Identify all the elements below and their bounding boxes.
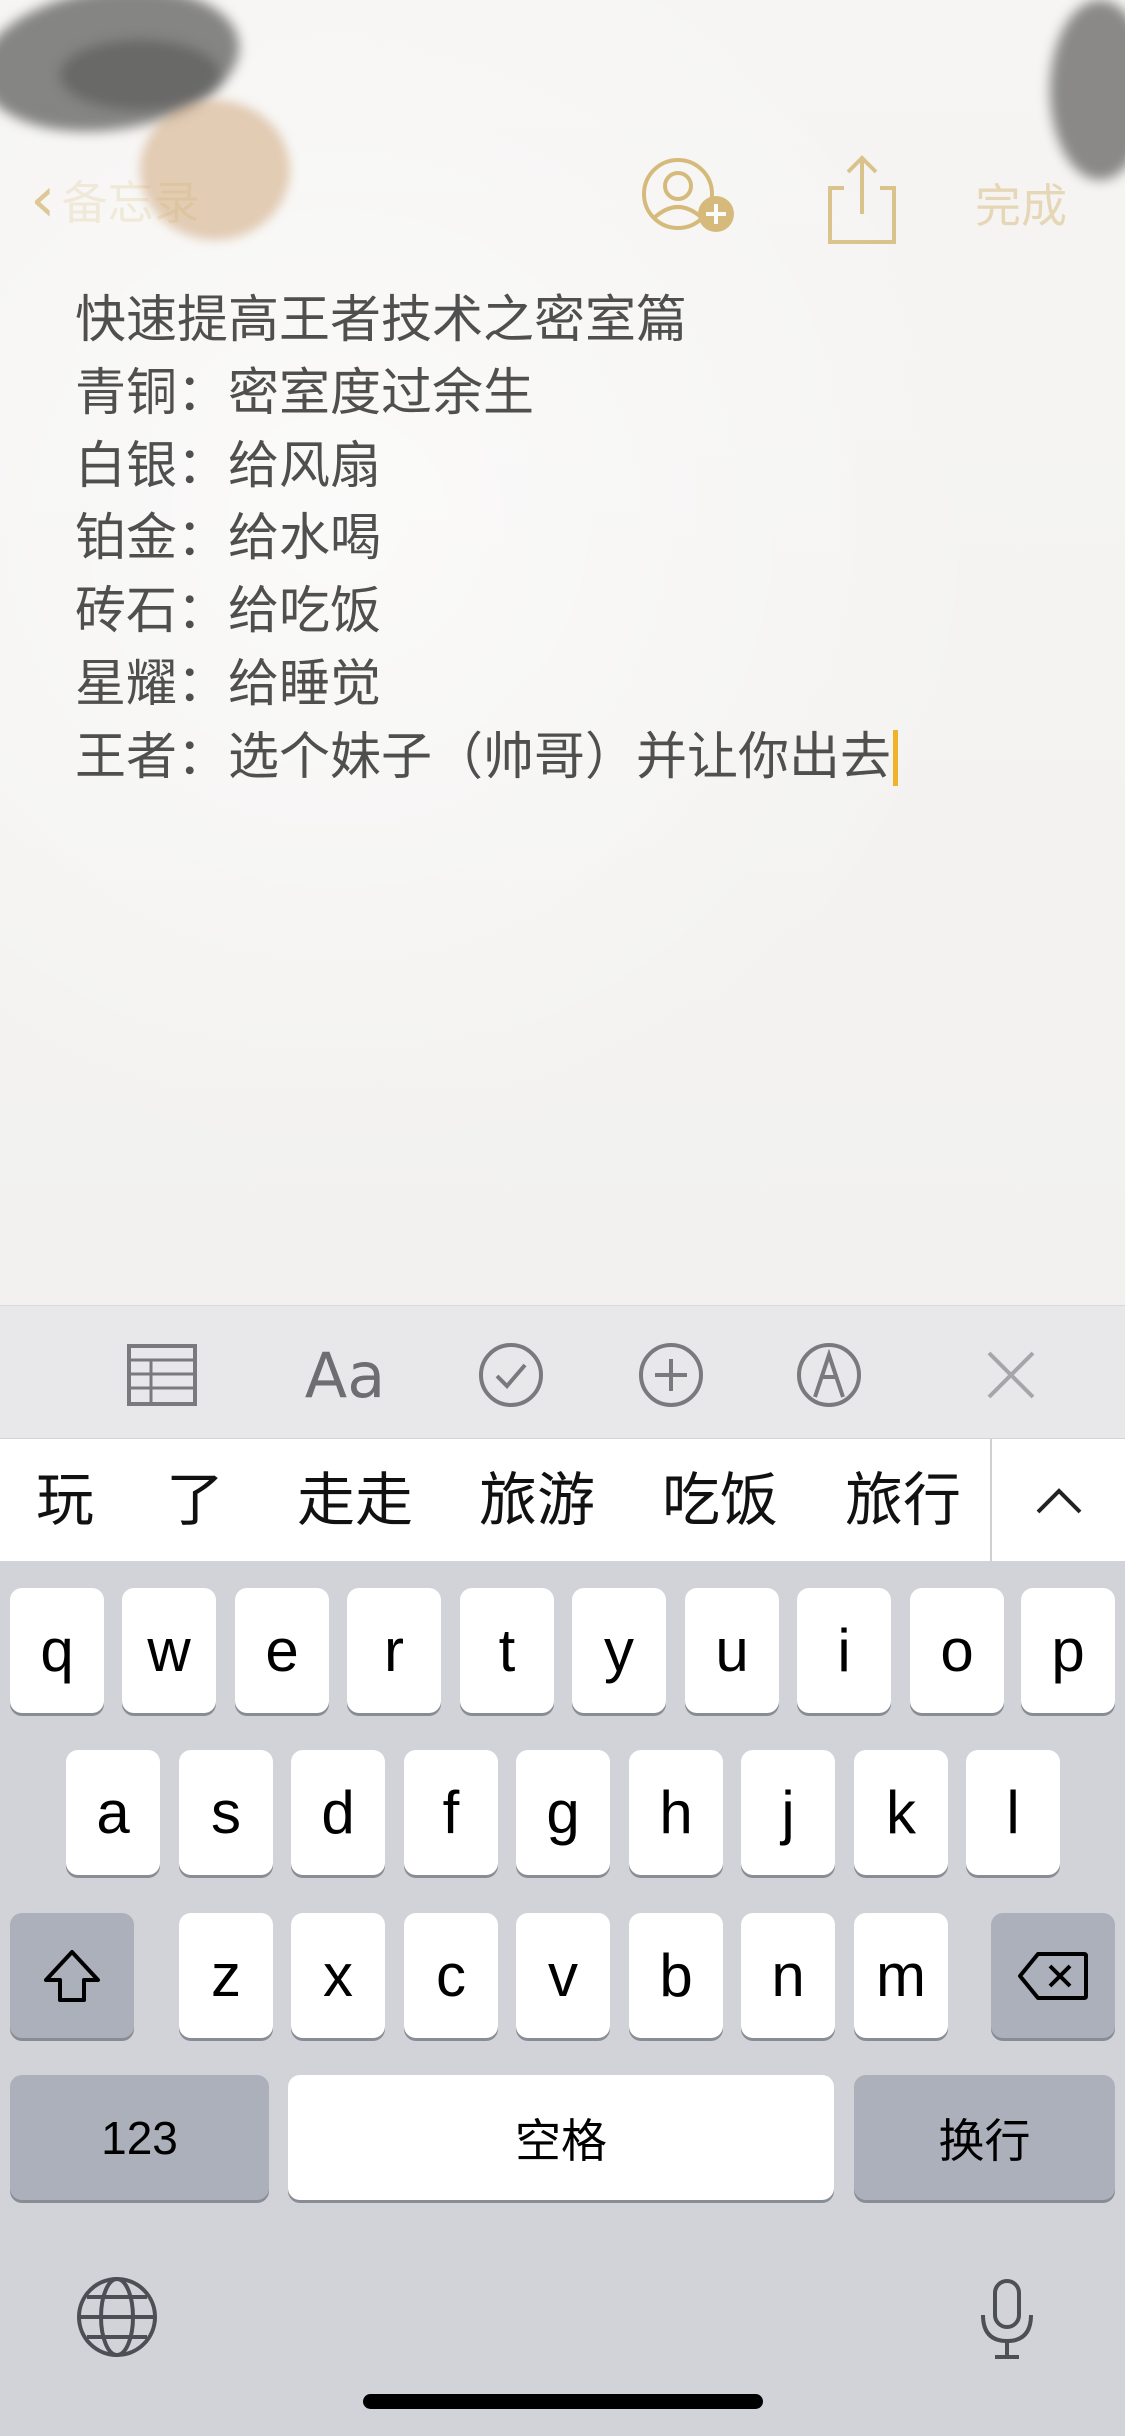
rank-label: 星耀： [75,654,229,714]
note-line: 星耀： 给睡觉 [75,649,1075,722]
delete-key[interactable] [991,1913,1115,2038]
share-button[interactable] [822,150,902,250]
rank-text: 给睡觉 [228,654,382,714]
note-body[interactable]: 快速提高王者技术之密室篇 青铜： 密室度过余生 白银： 给风扇 铂金： 给水喝 … [75,285,1075,795]
key-k[interactable]: k [854,1750,948,1875]
add-person-icon [642,158,734,232]
chevron-left-icon: ‹ [30,163,56,237]
key-e[interactable]: e [235,1588,329,1713]
key-b[interactable]: b [629,1913,723,2038]
text-cursor [893,730,899,787]
key-q[interactable]: q [10,1588,104,1713]
back-button[interactable]: ‹ 备忘录 [30,165,200,235]
keyboard: q w e r t y u i o p a s d f g h j k l z … [0,1561,1125,2436]
candidate-word[interactable]: 玩 [20,1439,110,1562]
home-indicator[interactable] [363,2394,763,2409]
candidate-word[interactable]: 吃饭 [650,1439,790,1562]
key-x[interactable]: x [291,1913,385,2038]
candidate-bar: 玩 了 走走 旅游 吃饭 旅行 [0,1438,1125,1562]
share-icon [828,155,896,244]
shift-icon [44,1949,100,2002]
note-line: 铂金： 给水喝 [75,503,1075,576]
key-l[interactable]: l [966,1750,1060,1875]
return-key[interactable]: 换行 [854,2075,1115,2200]
rank-text: 密室度过余生 [228,363,535,423]
checkmark-circle-icon [479,1343,543,1407]
key-o[interactable]: o [910,1588,1004,1713]
ink-brush-decoration [60,40,220,110]
rank-text: 选个妹子（帅哥）并让你出去 [228,727,892,787]
key-g[interactable]: g [516,1750,610,1875]
format-toolbar: Aa [0,1305,1125,1439]
key-r[interactable]: r [347,1588,441,1713]
key-t[interactable]: t [460,1588,554,1713]
key-y[interactable]: y [572,1588,666,1713]
key-j[interactable]: j [741,1750,835,1875]
close-keyboard-button[interactable] [966,1330,1056,1420]
add-people-button[interactable] [640,150,750,250]
text-format-button[interactable]: Aa [295,1330,395,1420]
key-n[interactable]: n [741,1913,835,2038]
checklist-button[interactable] [466,1330,556,1420]
key-d[interactable]: d [291,1750,385,1875]
table-button[interactable] [117,1330,207,1420]
globe-button[interactable] [75,2275,159,2359]
note-title: 快速提高王者技术之密室篇 [75,291,688,350]
candidate-word[interactable]: 旅游 [467,1439,607,1562]
key-u[interactable]: u [685,1588,779,1713]
microphone-icon [981,2279,1033,2359]
candidate-word[interactable]: 旅行 [833,1439,973,1562]
key-v[interactable]: v [516,1913,610,2038]
back-label: 备忘录 [61,176,200,230]
note-line: 王者： 选个妹子（帅哥）并让你出去 [75,722,1075,795]
markup-button[interactable] [784,1330,874,1420]
candidate-word[interactable]: 走走 [285,1439,425,1562]
key-h[interactable]: h [629,1750,723,1875]
key-p[interactable]: p [1021,1588,1115,1713]
space-key[interactable]: 空格 [288,2075,834,2200]
rank-label: 王者： [75,727,229,787]
globe-icon [77,2277,157,2357]
key-c[interactable]: c [404,1913,498,2038]
key-i[interactable]: i [797,1588,891,1713]
note-line: 白银： 给风扇 [75,431,1075,504]
rank-label: 青铜： [75,363,229,423]
dictation-button[interactable] [977,2277,1037,2361]
key-a[interactable]: a [66,1750,160,1875]
table-icon [127,1344,197,1406]
done-button[interactable]: 完成 [975,170,1067,236]
note-line: 砖石： 给吃饭 [75,576,1075,649]
text-format-label: Aa [304,1338,386,1412]
ink-brush-decoration [1050,0,1125,180]
close-icon [987,1351,1035,1399]
rank-text: 给吃饭 [228,582,382,642]
rank-label: 白银： [75,436,229,496]
key-s[interactable]: s [179,1750,273,1875]
candidate-word[interactable]: 了 [150,1439,240,1562]
pen-circle-icon [797,1343,861,1407]
insert-button[interactable] [626,1330,716,1420]
rank-text: 给风扇 [228,436,382,496]
key-f[interactable]: f [404,1750,498,1875]
key-m[interactable]: m [854,1913,948,2038]
rank-label: 砖石： [75,582,229,642]
note-line: 青铜： 密室度过余生 [75,358,1075,431]
numbers-key[interactable]: 123 [10,2075,269,2200]
chevron-up-icon [1036,1487,1081,1513]
expand-candidates-button[interactable] [992,1439,1125,1562]
backspace-icon [1018,1951,1088,2000]
key-z[interactable]: z [179,1913,273,2038]
rank-text: 给水喝 [228,509,382,569]
key-w[interactable]: w [122,1588,216,1713]
rank-label: 铂金： [75,509,229,569]
plus-circle-icon [639,1343,703,1407]
shift-key[interactable] [10,1913,134,2038]
note-paper-area: ‹ 备忘录 完成 快速提高王者技术之密室篇 青铜： 密室度过余生 白银： 给风扇… [0,0,1125,1305]
